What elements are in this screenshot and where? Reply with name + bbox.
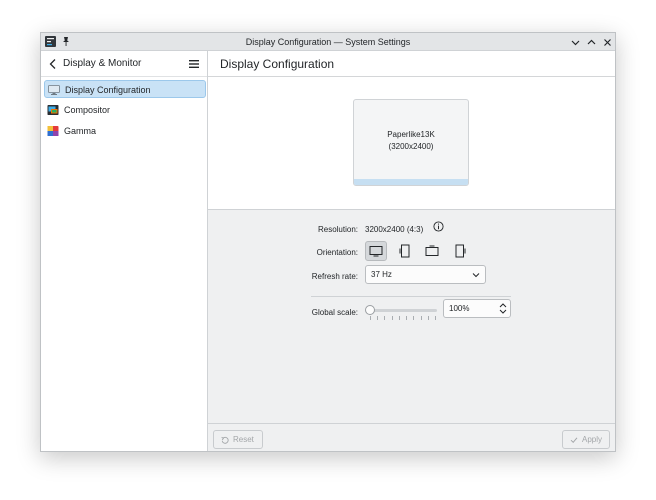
orientation-portrait-button[interactable] <box>394 241 416 261</box>
spin-arrows-icon[interactable] <box>499 302 507 315</box>
portrait-icon <box>399 244 410 258</box>
reset-icon <box>221 436 229 444</box>
global-scale-value: 100% <box>449 304 470 313</box>
reset-label: Reset <box>233 435 254 444</box>
sidebar-item-label: Display Configuration <box>65 85 151 95</box>
sidebar-item-label: Gamma <box>64 126 97 136</box>
display-icon <box>48 85 60 95</box>
monitor-tile-bar <box>354 179 468 185</box>
monitor-resolution: (3200x2400) <box>388 142 434 151</box>
landscape-flipped-icon <box>425 245 439 256</box>
global-scale-slider[interactable] <box>365 303 439 323</box>
orientation-landscape-flipped-button[interactable] <box>421 241 443 261</box>
apply-button[interactable]: Apply <box>562 430 610 449</box>
minimize-button[interactable] <box>568 35 582 49</box>
main-content: Display Configuration Paperlike13K (3200… <box>208 51 615 451</box>
footer-bar: Reset Apply <box>208 423 615 451</box>
monitor-name: Paperlike13K <box>387 130 435 139</box>
close-icon <box>603 38 611 46</box>
sidebar-title: Display & Monitor <box>63 58 142 69</box>
sidebar: Display & Monitor Display Configuration <box>41 51 208 451</box>
chevron-down-icon <box>472 273 480 278</box>
apply-label: Apply <box>582 435 603 444</box>
gamma-icon <box>47 126 59 136</box>
monitor-preview-area: Paperlike13K (3200x2400) <box>208 77 615 210</box>
checkmark-icon <box>570 436 578 443</box>
compositor-icon <box>47 105 59 115</box>
slider-ticks <box>370 316 436 320</box>
sidebar-item-label: Compositor <box>64 105 111 115</box>
slider-handle[interactable] <box>365 305 375 315</box>
portrait-flipped-icon <box>455 244 466 258</box>
resolution-value: 3200x2400 (4:3) <box>365 225 424 234</box>
global-scale-label: Global scale: <box>311 308 358 317</box>
sidebar-item-display-configuration[interactable]: Display Configuration <box>44 80 206 98</box>
sidebar-item-gamma[interactable]: Gamma <box>44 122 206 140</box>
refresh-rate-dropdown[interactable]: 37 Hz <box>365 265 486 284</box>
refresh-rate-value: 37 Hz <box>371 270 392 279</box>
hamburger-menu-icon[interactable] <box>187 57 201 71</box>
global-scale-spinbox[interactable]: 100% <box>443 299 511 318</box>
sidebar-item-compositor[interactable]: Compositor <box>44 101 206 119</box>
orientation-label: Orientation: <box>316 248 358 257</box>
settings-form: Resolution: 3200x2400 (4:3) Orientation: <box>208 210 615 423</box>
landscape-icon <box>369 246 383 257</box>
window-title: Display Configuration — System Settings <box>245 37 411 47</box>
chevron-down-icon <box>571 40 579 45</box>
system-settings-window: Display Configuration — System Settings … <box>40 32 616 452</box>
slider-track <box>367 309 437 312</box>
reset-button[interactable]: Reset <box>213 430 263 449</box>
orientation-portrait-flipped-button[interactable] <box>449 241 471 261</box>
back-arrow-icon[interactable] <box>46 57 60 71</box>
sidebar-list: Display Configuration Compositor Gamma <box>44 80 206 143</box>
close-button[interactable] <box>600 35 614 49</box>
maximize-button[interactable] <box>584 35 598 49</box>
refresh-rate-label: Refresh rate: <box>311 272 358 281</box>
chevron-up-icon <box>587 39 595 44</box>
sidebar-header: Display & Monitor <box>41 51 207 77</box>
info-icon[interactable] <box>433 221 444 232</box>
title-bar: Display Configuration — System Settings <box>41 33 615 51</box>
orientation-landscape-button[interactable] <box>365 241 387 261</box>
separator <box>311 296 511 297</box>
resolution-label: Resolution: <box>317 225 358 234</box>
monitor-tile[interactable]: Paperlike13K (3200x2400) <box>353 99 469 186</box>
page-title: Display Configuration <box>208 51 615 77</box>
